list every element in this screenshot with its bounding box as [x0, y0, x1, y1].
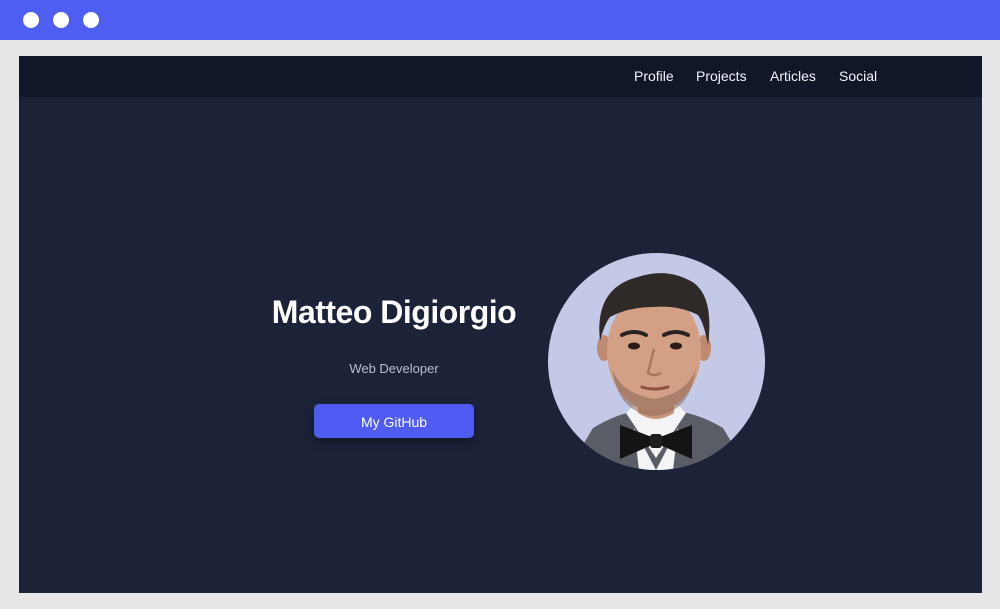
nav-link-articles[interactable]: Articles: [770, 68, 816, 85]
page-viewport: Profile Projects Articles Social Matteo …: [19, 56, 982, 593]
github-button[interactable]: My GitHub: [314, 404, 474, 438]
nav-link-social[interactable]: Social: [839, 68, 877, 85]
top-navigation: Profile Projects Articles Social: [19, 56, 982, 97]
profile-avatar: [548, 253, 765, 470]
nav-link-projects[interactable]: Projects: [696, 68, 747, 85]
hero-subtitle: Web Developer: [349, 361, 439, 376]
hero-name: Matteo Digiorgio: [271, 294, 517, 330]
window-dot-icon: [83, 12, 99, 28]
browser-title-bar: [0, 0, 1000, 40]
profile-portrait-icon: [568, 273, 748, 470]
nav-link-profile[interactable]: Profile: [634, 68, 674, 85]
window-dot-icon: [23, 12, 39, 28]
window-dot-icon: [53, 12, 69, 28]
